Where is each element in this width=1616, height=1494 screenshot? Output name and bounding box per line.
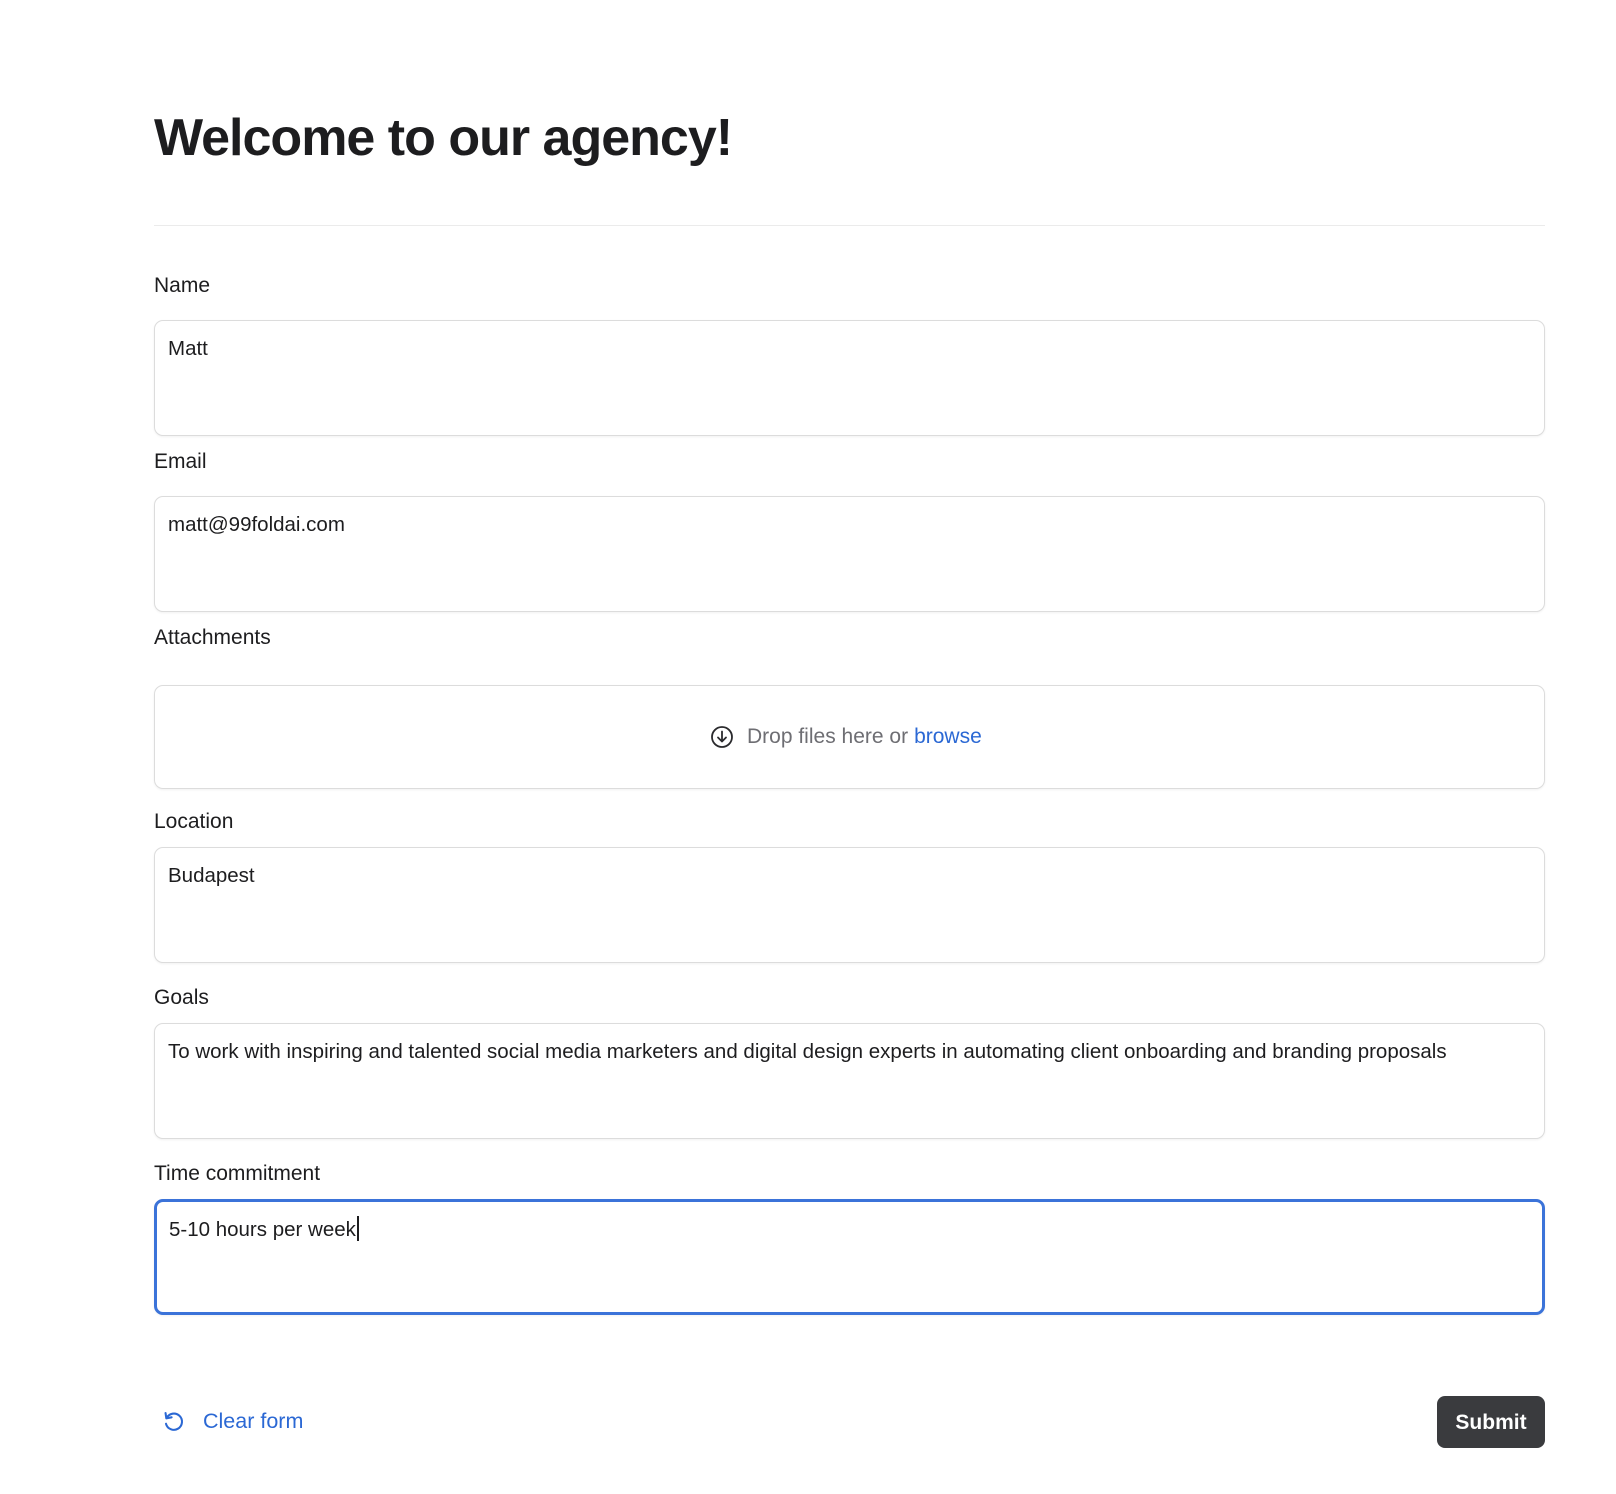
download-circle-icon [711,726,733,748]
time-commitment-field-value: 5-10 hours per week [169,1216,359,1243]
name-field[interactable]: Matt [154,320,1545,436]
location-field-value: Budapest [168,864,255,887]
location-label: Location [154,810,234,833]
submit-button[interactable]: Submit [1437,1396,1545,1448]
text-caret [356,1216,359,1241]
dropzone-text: Drop files here or [747,725,909,748]
clear-form-button[interactable]: Clear form [161,1408,303,1434]
attachments-dropzone[interactable]: Drop files here or browse [154,685,1545,789]
page-title: Welcome to our agency! [154,109,733,167]
header-divider [154,225,1545,226]
time-commitment-label: Time commitment [154,1162,321,1185]
browse-link[interactable]: browse [914,724,982,750]
name-field-value: Matt [168,337,208,360]
name-label: Name [154,274,211,297]
goals-field[interactable]: To work with inspiring and talented soci… [154,1023,1545,1139]
clear-form-label: Clear form [203,1409,304,1433]
email-field[interactable]: matt@99foldai.com [154,496,1545,612]
email-field-value: matt@99foldai.com [168,513,345,536]
dropzone-content: Drop files here or browse [710,724,982,750]
goals-label: Goals [154,986,209,1009]
attachments-label: Attachments [154,626,271,649]
email-label: Email [154,450,207,473]
goals-field-value: To work with inspiring and talented soci… [168,1040,1447,1063]
time-commitment-text: 5-10 hours per week [169,1218,356,1241]
location-field[interactable]: Budapest [154,847,1545,963]
time-commitment-field[interactable]: 5-10 hours per week [154,1199,1545,1315]
agency-form-page: Welcome to our agency! Name Matt Email m… [154,0,1545,1494]
undo-icon [164,1411,183,1431]
